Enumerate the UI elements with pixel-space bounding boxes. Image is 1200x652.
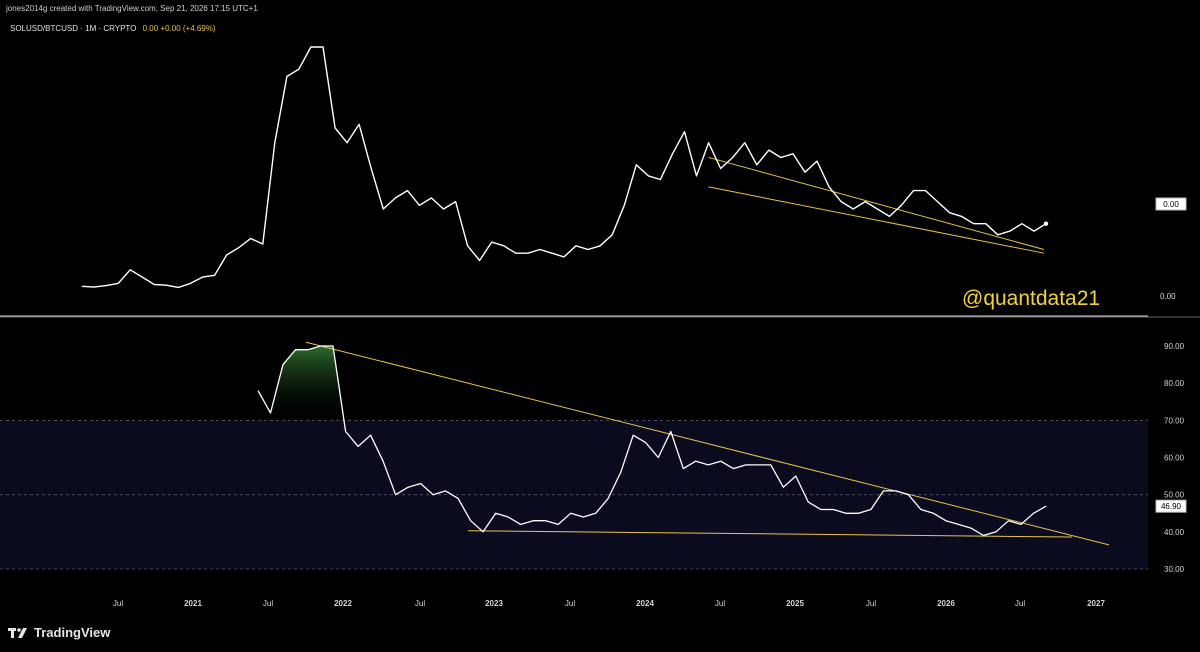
- price-trendline-2: [708, 186, 1045, 254]
- x-axis-tick: 2021: [184, 599, 202, 608]
- x-axis-tick: Jul: [1015, 599, 1025, 608]
- x-axis-tick: Jul: [715, 599, 725, 608]
- x-axis-tick: 2023: [485, 599, 503, 608]
- x-axis-tick: Jul: [263, 599, 273, 608]
- rsi-last-value-label: 46.90: [1161, 502, 1182, 511]
- rsi-axis-tick: 50.00: [1164, 491, 1185, 500]
- x-axis-tick: Jul: [415, 599, 425, 608]
- rsi-axis-tick: 80.00: [1164, 379, 1185, 388]
- price-axis-label: 0.00: [1160, 292, 1176, 301]
- symbol-legend: SOLUSD/BTCUSD · 1M · CRYPTO 0.00 +0.00 (…: [10, 24, 216, 33]
- x-axis-tick: 2024: [636, 599, 654, 608]
- watermark: @quantdata21: [962, 287, 1101, 310]
- rsi-axis-tick: 90.00: [1164, 342, 1185, 351]
- legend-values: 0.00 +0.00 (+4.69%): [142, 24, 216, 33]
- rsi-band-background: [0, 420, 1148, 569]
- x-axis-tick: 2022: [334, 599, 352, 608]
- price-series-line: [81, 46, 1047, 289]
- x-axis-tick: Jul: [565, 599, 575, 608]
- brand-name: TradingView: [34, 625, 111, 640]
- price-last-value-label: 0.00: [1163, 200, 1179, 209]
- x-axis-tick: Jul: [866, 599, 876, 608]
- x-axis-tick: Jul: [113, 599, 123, 608]
- rsi-axis-tick: 40.00: [1164, 528, 1185, 537]
- tradingview-logo: TradingView: [8, 625, 110, 640]
- rsi-axis-tick: 30.00: [1164, 565, 1185, 574]
- tradingview-logo-icon: [8, 627, 27, 638]
- rsi-axis-tick: 70.00: [1164, 416, 1185, 425]
- x-axis-tick: 2026: [937, 599, 955, 608]
- x-axis-tick: 2025: [786, 599, 804, 608]
- price-last-point: [1043, 221, 1049, 226]
- x-axis-tick: 2027: [1087, 599, 1105, 608]
- rsi-axis-tick: 60.00: [1164, 454, 1185, 463]
- footer: [0, 614, 1200, 652]
- symbol-label: SOLUSD/BTCUSD · 1M · CRYPTO: [10, 24, 137, 33]
- price-trendline-1: [708, 156, 1045, 250]
